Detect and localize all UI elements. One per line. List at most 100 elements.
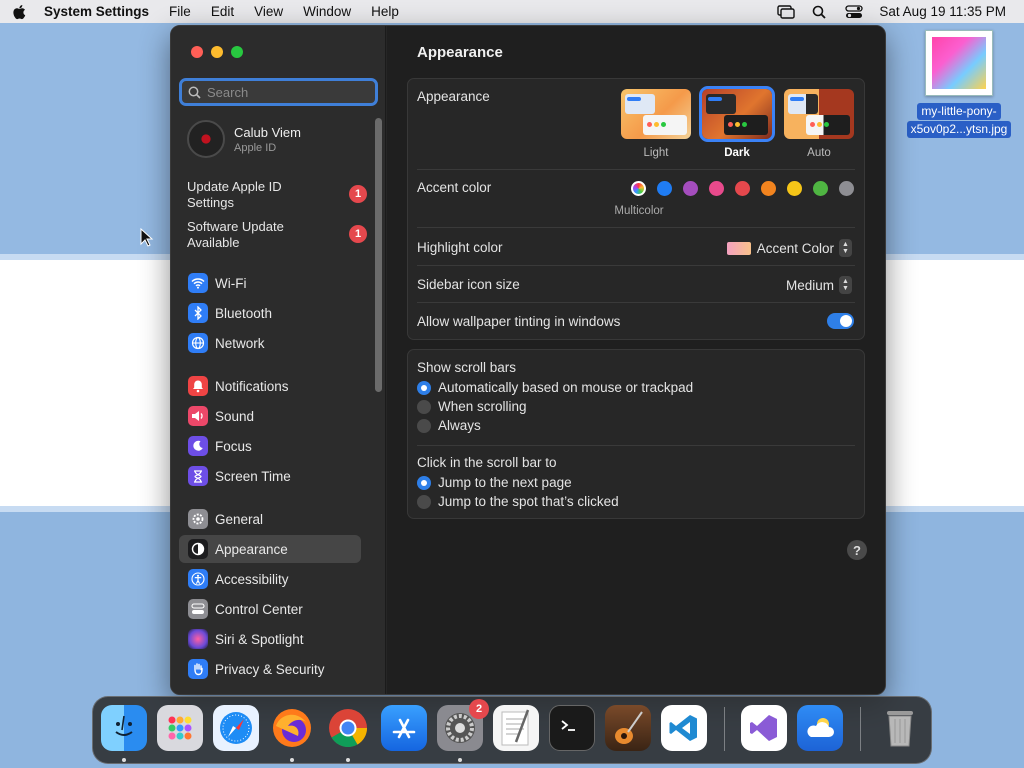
theme-label: Dark [724, 147, 750, 159]
menu-view[interactable]: View [254, 4, 283, 19]
menu-file[interactable]: File [169, 4, 191, 19]
sidebar-scrollbar[interactable] [375, 118, 382, 392]
dock-separator [724, 707, 725, 751]
radio-button[interactable] [417, 494, 431, 509]
firefox-icon[interactable] [269, 705, 315, 751]
popup-chevrons-icon: ▲ ▼ [839, 239, 852, 257]
radio-button[interactable] [417, 418, 431, 433]
zoom-window-button[interactable] [231, 46, 243, 58]
accent-yellow-swatch[interactable] [787, 181, 802, 196]
main-pane: Appearance Appearance Light Dark Auto Ac… [387, 26, 885, 694]
sidebar-item-screen-time[interactable]: Screen Time [179, 462, 361, 490]
sidebar-item-label: Appearance [215, 541, 288, 557]
apple-icon[interactable] [12, 4, 26, 20]
menu-window[interactable]: Window [303, 4, 351, 19]
sidebar-item-siri[interactable]: Siri & Spotlight [179, 625, 361, 653]
radio-button[interactable] [417, 475, 431, 490]
apple-id-account[interactable]: Calub Viem Apple ID [187, 120, 301, 158]
close-window-button[interactable] [191, 46, 203, 58]
sidebar-item-focus[interactable]: Focus [179, 432, 361, 460]
click-scroll-bar-label: Click in the scroll bar to [417, 455, 557, 470]
theme-dark-thumbnail [699, 86, 775, 142]
search-field[interactable] [179, 78, 378, 106]
system-settings-icon[interactable]: 2 [437, 699, 489, 751]
visual-studio-icon[interactable] [741, 705, 787, 751]
accent-green-swatch[interactable] [813, 181, 828, 196]
launchpad-icon[interactable] [157, 705, 203, 751]
trash-icon[interactable] [877, 705, 923, 751]
sidebar-item-label: Wi-Fi [215, 275, 247, 291]
software-update-notice[interactable]: Software Update Available 1 [187, 219, 367, 251]
control-center-icon[interactable] [845, 4, 864, 19]
screen-mirroring-icon[interactable] [777, 4, 796, 19]
accent-pink-swatch[interactable] [709, 181, 724, 196]
safari-icon[interactable] [213, 705, 259, 751]
accent-graphite-swatch[interactable] [839, 181, 854, 196]
popup-chevrons-icon: ▲ ▼ [839, 276, 852, 294]
minimize-window-button[interactable] [211, 46, 223, 58]
radio-button[interactable] [417, 380, 431, 395]
wifi-icon [188, 273, 208, 293]
chrome-icon[interactable] [325, 705, 371, 751]
radio-button[interactable] [417, 399, 431, 414]
theme-auto-option[interactable]: Auto [784, 89, 854, 159]
accent-blue-swatch[interactable] [657, 181, 672, 196]
radio-label: Automatically based on mouse or trackpad [438, 380, 694, 395]
app-store-icon[interactable] [381, 705, 427, 751]
theme-dark-option[interactable]: Dark [699, 86, 775, 159]
accent-multicolor-swatch[interactable] [631, 181, 646, 196]
scroll-bars-auto-radio[interactable]: Automatically based on mouse or trackpad [417, 380, 693, 395]
theme-light-option[interactable]: Light [621, 89, 691, 159]
sidebar-item-network[interactable]: Network [179, 329, 361, 357]
desktop-file[interactable]: my-little-pony- x5ov0p2...ytsn.jpg [898, 30, 1020, 138]
sidebar-item-label: General [215, 511, 264, 527]
spotlight-search-icon[interactable] [811, 5, 829, 19]
sidebar-item-control-center[interactable]: Control Center [179, 595, 361, 623]
appearance-icon [188, 539, 208, 559]
finder-icon[interactable] [101, 705, 147, 751]
sidebar: Calub Viem Apple ID Update Apple ID Sett… [171, 26, 386, 694]
textedit-icon[interactable] [493, 705, 539, 751]
update-apple-id-notice[interactable]: Update Apple ID Settings 1 [187, 179, 367, 211]
scroll-bars-panel: Show scroll bars Automatically based on … [407, 349, 865, 519]
garageband-icon[interactable] [605, 705, 651, 751]
highlight-color-popup[interactable]: Accent Color ▲ ▼ [726, 239, 852, 257]
vscode-icon[interactable] [661, 705, 707, 751]
sidebar-item-wifi[interactable]: Wi-Fi [179, 269, 361, 297]
sidebar-item-sound[interactable]: Sound [179, 402, 361, 430]
sidebar-item-accessibility[interactable]: Accessibility [179, 565, 361, 593]
file-name-line-1: my-little-pony- [917, 103, 1001, 120]
accent-selected-name: Multicolor [614, 205, 664, 217]
sidebar-item-bluetooth[interactable]: Bluetooth [179, 299, 361, 327]
siri-icon [188, 629, 208, 649]
sidebar-item-label: Screen Time [215, 468, 291, 484]
network-globe-icon [188, 333, 208, 353]
help-button[interactable]: ? [847, 540, 867, 560]
divider [417, 169, 855, 170]
terminal-icon[interactable] [549, 705, 595, 751]
search-input[interactable] [207, 84, 367, 100]
accent-orange-swatch[interactable] [761, 181, 776, 196]
menu-app-name[interactable]: System Settings [44, 4, 149, 19]
sidebar-item-general[interactable]: General [179, 505, 361, 533]
menu-help[interactable]: Help [371, 4, 399, 19]
scroll-bars-when-scrolling-radio[interactable]: When scrolling [417, 399, 527, 414]
weather-icon[interactable] [797, 705, 843, 751]
wallpaper-tinting-toggle[interactable] [827, 313, 854, 329]
theme-label: Auto [807, 147, 831, 159]
sidebar-item-appearance[interactable]: Appearance [179, 535, 361, 563]
sidebar-item-privacy[interactable]: Privacy & Security [179, 655, 361, 683]
click-next-page-radio[interactable]: Jump to the next page [417, 475, 572, 490]
divider [417, 445, 855, 446]
sidebar-item-notifications[interactable]: Notifications [179, 372, 361, 400]
menu-edit[interactable]: Edit [211, 4, 234, 19]
accent-purple-swatch[interactable] [683, 181, 698, 196]
general-gear-icon [188, 509, 208, 529]
menu-clock[interactable]: Sat Aug 19 11:35 PM [879, 4, 1006, 19]
accent-red-swatch[interactable] [735, 181, 750, 196]
scroll-bars-always-radio[interactable]: Always [417, 418, 481, 433]
sidebar-icon-size-popup[interactable]: Medium ▲ ▼ [786, 276, 852, 294]
notice-label: Update Apple ID Settings [187, 179, 282, 210]
click-spot-radio[interactable]: Jump to the spot that’s clicked [417, 494, 619, 509]
window-controls [191, 46, 251, 58]
